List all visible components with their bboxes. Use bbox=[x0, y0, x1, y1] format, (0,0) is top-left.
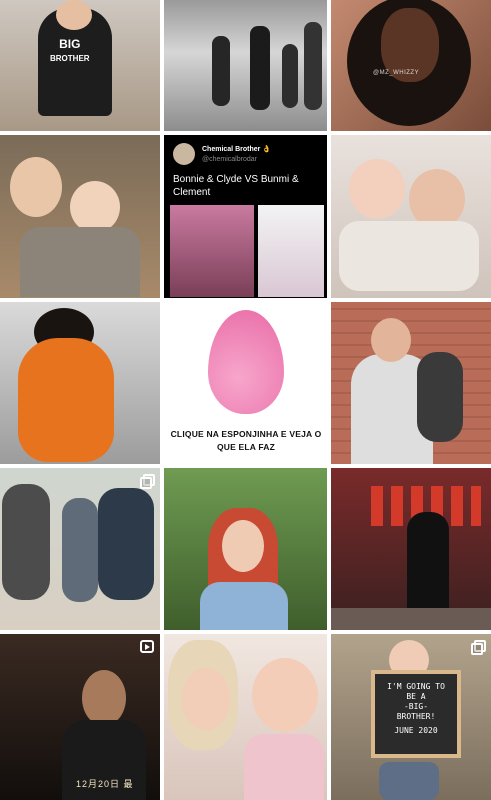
child bbox=[62, 498, 98, 602]
child-face bbox=[56, 0, 92, 30]
watermark: @MZ_WHIZZY bbox=[373, 70, 420, 76]
multi-post-icon bbox=[471, 640, 486, 655]
figure-b bbox=[250, 26, 270, 110]
tweet-author: Chemical Brother 👌 bbox=[202, 146, 272, 153]
actor-face bbox=[82, 670, 126, 726]
grid-post-15[interactable]: I'M GOING TO BE A -BIG- BROTHER! JUNE 20… bbox=[331, 634, 491, 800]
street bbox=[331, 608, 491, 630]
grid-post-5[interactable]: Chemical Brother 👌 @chemicalbrodar Bonni… bbox=[164, 135, 327, 298]
grid-post-3[interactable]: @MZ_WHIZZY bbox=[331, 0, 491, 131]
baby-2 bbox=[409, 169, 465, 229]
mother-face bbox=[182, 668, 230, 730]
baby-1 bbox=[349, 159, 405, 219]
grid-post-8[interactable]: CLIQUE NA ESPONJINHA E VEJA O QUE ELA FA… bbox=[164, 302, 327, 464]
avatar bbox=[173, 143, 195, 165]
grid-post-1[interactable]: BIG BROTHER bbox=[0, 0, 160, 131]
grid-post-9[interactable] bbox=[331, 302, 491, 464]
tweet-photo-2 bbox=[258, 205, 324, 297]
photo-grid: BIG BROTHER @MZ_WHIZZY Chemical Brother 👌… bbox=[0, 0, 491, 800]
top bbox=[200, 582, 288, 630]
grid-post-14[interactable] bbox=[164, 634, 327, 800]
baby-top bbox=[244, 734, 324, 800]
fighter bbox=[407, 512, 449, 616]
grid-post-11[interactable] bbox=[164, 468, 327, 630]
grid-post-6[interactable] bbox=[331, 135, 491, 298]
baby-face bbox=[70, 181, 120, 233]
woman bbox=[98, 488, 154, 600]
figure-a bbox=[212, 36, 230, 106]
boy-face bbox=[10, 157, 62, 217]
board-line: JUNE 2020 bbox=[394, 726, 438, 735]
woman-face bbox=[371, 318, 411, 362]
grid-post-13[interactable]: 12月20日 最 bbox=[0, 634, 160, 800]
tweet-body: Bonnie & Clyde VS Bunmi & Clement bbox=[173, 174, 299, 198]
shirt-text: BIG BROTHER bbox=[50, 37, 90, 64]
figure-c bbox=[282, 44, 298, 108]
board-line: BROTHER! bbox=[396, 712, 436, 721]
multi-post-icon bbox=[140, 474, 155, 489]
board-line: I'M GOING TO bbox=[387, 682, 445, 691]
reel-icon bbox=[140, 640, 154, 653]
grid-post-4[interactable] bbox=[0, 135, 160, 298]
child-legs bbox=[379, 762, 439, 800]
grid-post-10[interactable] bbox=[0, 468, 160, 630]
sponge-icon bbox=[208, 310, 284, 414]
orange-dress bbox=[18, 338, 114, 462]
baby-face bbox=[252, 658, 318, 732]
onesie bbox=[339, 221, 479, 291]
grid-post-2[interactable] bbox=[164, 0, 327, 131]
man bbox=[2, 484, 50, 600]
grid-post-12[interactable] bbox=[331, 468, 491, 630]
face bbox=[222, 520, 264, 572]
tweet-photo-1 bbox=[170, 205, 254, 297]
tweet-handle: @chemicalbrodar bbox=[202, 156, 257, 163]
board-line: BE A bbox=[406, 692, 426, 701]
figure-d bbox=[304, 22, 322, 110]
letter-board: I'M GOING TO BE A -BIG- BROTHER! JUNE 20… bbox=[371, 670, 461, 758]
board-line: -BIG- bbox=[403, 702, 429, 711]
movie-subtitle: 12月20日 最 bbox=[76, 779, 134, 789]
grid-post-7[interactable] bbox=[0, 302, 160, 464]
toddler bbox=[417, 352, 463, 442]
sling bbox=[20, 227, 140, 297]
sponge-caption: CLIQUE NA ESPONJINHA E VEJA O QUE ELA FA… bbox=[170, 429, 322, 452]
